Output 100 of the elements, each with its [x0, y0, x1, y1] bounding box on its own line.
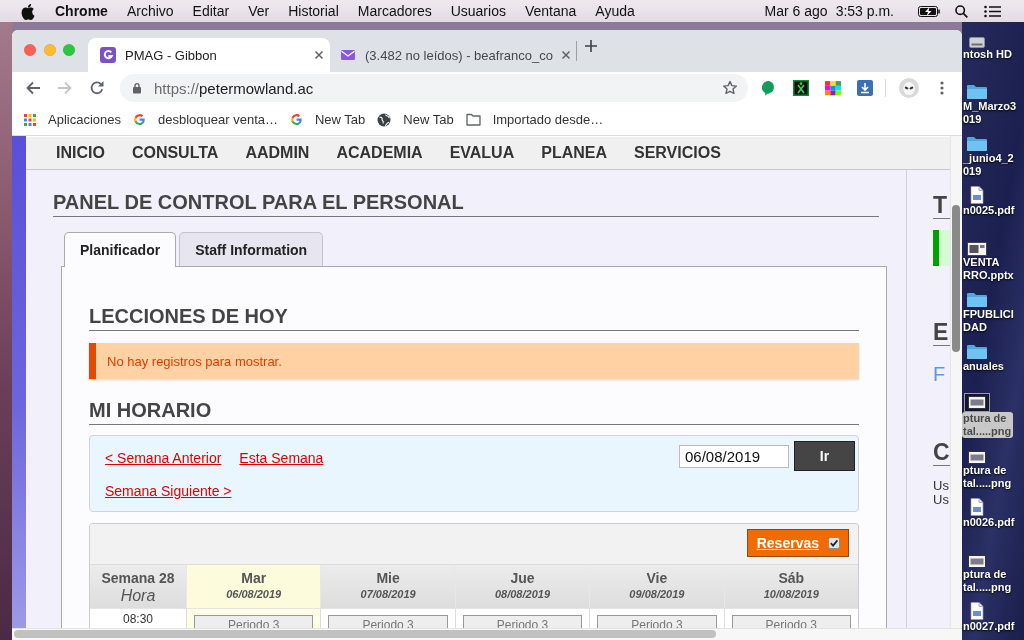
file-name[interactable]: n0026.pdf — [962, 516, 1017, 529]
file-name[interactable]: VENTA RRO.pptx — [962, 256, 1016, 282]
day-date: 06/08/2019 — [226, 587, 282, 602]
folder-icon[interactable] — [966, 83, 988, 100]
nav-link[interactable]: ACADEMIA — [336, 144, 423, 162]
section-heading: LECCIONES DE HOY — [89, 304, 859, 331]
menu-bar-date[interactable]: Mar 6 ago — [764, 3, 828, 19]
plus-icon[interactable] — [585, 39, 597, 52]
file-name[interactable]: M_Marzo3 019 — [962, 100, 1019, 126]
week-label: Semana 28 — [101, 570, 175, 587]
day-name: Vie — [646, 570, 668, 587]
image-file-icon[interactable] — [968, 451, 986, 464]
checkbox[interactable] — [828, 537, 840, 549]
browser-tab[interactable]: (3.482 no leídos) - beafranco_co — [330, 38, 576, 72]
day-name: Mar — [241, 570, 267, 587]
day-date: 10/08/2019 — [763, 587, 819, 602]
bookmark-item[interactable]: desbloquear venta… — [127, 107, 284, 132]
address-bar[interactable]: https://petermowland.ac — [120, 74, 748, 102]
search-icon[interactable] — [955, 4, 968, 18]
section-heading: MI HORARIO — [89, 398, 859, 425]
g-logo-icon — [133, 113, 146, 126]
nav-link[interactable]: AADMIN — [245, 144, 310, 162]
scrollbar-thumb[interactable] — [952, 205, 960, 352]
file-name[interactable]: ptura de tal.....png — [962, 412, 1014, 438]
nav-link[interactable]: SERVICIOS — [634, 144, 721, 162]
menu-item[interactable]: Ventana — [524, 3, 577, 19]
file-name[interactable]: ptura de tal.....png — [962, 568, 1014, 594]
file-name[interactable]: FPUBLICI DAD — [962, 308, 1016, 334]
folder-icon — [465, 113, 481, 126]
column-heading: Hora — [120, 587, 156, 605]
menu-item[interactable]: Ayuda — [595, 3, 635, 19]
document-icon[interactable] — [970, 186, 984, 204]
bookmark-item[interactable]: Aplicaciones — [18, 107, 127, 132]
bookmark-item[interactable]: Importado desde… — [459, 107, 610, 132]
week-link[interactable]: < Semana Anterior — [105, 449, 222, 467]
close-icon[interactable] — [313, 49, 325, 61]
avatar-icon[interactable] — [899, 78, 919, 98]
notice-block — [933, 230, 950, 266]
envelope-icon — [340, 47, 356, 63]
day-date: 07/08/2019 — [360, 587, 416, 602]
nav-link[interactable]: PLANEA — [541, 144, 607, 162]
menu-item[interactable]: Ver — [248, 3, 270, 19]
folder-icon[interactable] — [966, 291, 988, 308]
list-icon[interactable] — [984, 4, 1001, 18]
speech-bubble-icon[interactable] — [761, 80, 777, 96]
slides-file-icon[interactable] — [967, 242, 987, 256]
menu-item[interactable]: Editar — [192, 3, 230, 19]
page-title: PANEL DE CONTROL PARA EL PERSONAL — [53, 190, 879, 217]
go-button[interactable]: Ir — [794, 441, 855, 471]
star-icon[interactable] — [722, 80, 738, 96]
bookmark-item[interactable]: New Tab — [371, 107, 460, 132]
date-field[interactable]: 06/08/2019 — [679, 445, 789, 468]
figure-tile-icon[interactable] — [793, 80, 809, 96]
globe-icon — [377, 112, 392, 127]
nav-link[interactable]: INICIO — [56, 144, 105, 162]
file-name[interactable]: ptura de tal.....png — [962, 464, 1014, 490]
menu-icon[interactable] — [940, 81, 944, 95]
folder-icon[interactable] — [966, 135, 988, 152]
sidebar-text: Us — [933, 493, 950, 507]
day-date: 08/08/2019 — [494, 587, 550, 602]
download-icon[interactable] — [857, 80, 873, 96]
nav-link[interactable]: CONSULTA — [131, 144, 219, 162]
menu-item[interactable]: Marcadores — [357, 3, 432, 19]
app-menu[interactable]: Chrome — [55, 3, 108, 19]
back-arrow-icon[interactable] — [25, 80, 41, 96]
palette-grid-icon[interactable] — [825, 80, 841, 96]
day-name: Mie — [376, 570, 400, 587]
browser-tab[interactable]: PMAG - Gibbon — [88, 38, 330, 72]
alert-message: No hay registros para mostrar. — [89, 343, 859, 379]
file-name[interactable]: n0025.pdf — [962, 204, 1017, 217]
week-link[interactable]: Esta Semana — [239, 449, 324, 467]
battery-charging-icon[interactable] — [918, 5, 940, 17]
week-link[interactable]: Semana Siguiente > — [105, 482, 232, 500]
tab[interactable]: Planificador — [64, 232, 177, 267]
g-logo-icon — [290, 113, 303, 126]
lock-icon — [132, 82, 142, 94]
nav-link[interactable]: EVALUA — [449, 144, 515, 162]
close-icon[interactable] — [560, 49, 572, 61]
menu-item[interactable]: Usuarios — [450, 3, 506, 19]
apple-icon[interactable] — [21, 2, 35, 20]
file-name[interactable]: _junio4_2 019 — [962, 152, 1016, 178]
file-name[interactable]: n0027.pdf — [962, 620, 1017, 633]
reload-icon[interactable] — [89, 80, 105, 96]
folder-icon[interactable] — [966, 343, 988, 360]
tab[interactable]: Staff Information — [179, 232, 324, 266]
document-icon[interactable] — [970, 498, 984, 516]
menu-item[interactable]: Archivo — [126, 3, 174, 19]
image-file-icon[interactable] — [964, 393, 990, 412]
document-icon[interactable] — [970, 602, 984, 620]
day-name: Jue — [510, 570, 535, 587]
bookmark-item[interactable]: New Tab — [284, 107, 372, 132]
menu-item[interactable]: Historial — [288, 3, 339, 19]
menu-bar-clock[interactable]: 3:53 p.m. — [835, 3, 894, 19]
sidebar-text: Us — [933, 479, 950, 493]
image-file-icon[interactable] — [968, 555, 986, 568]
file-name[interactable]: ntosh HD — [962, 48, 1014, 61]
scrollbar-thumb[interactable] — [14, 630, 716, 638]
apps-grid-icon — [24, 113, 36, 126]
file-name[interactable]: anuales — [962, 360, 1006, 373]
day-name: Sáb — [778, 570, 805, 587]
